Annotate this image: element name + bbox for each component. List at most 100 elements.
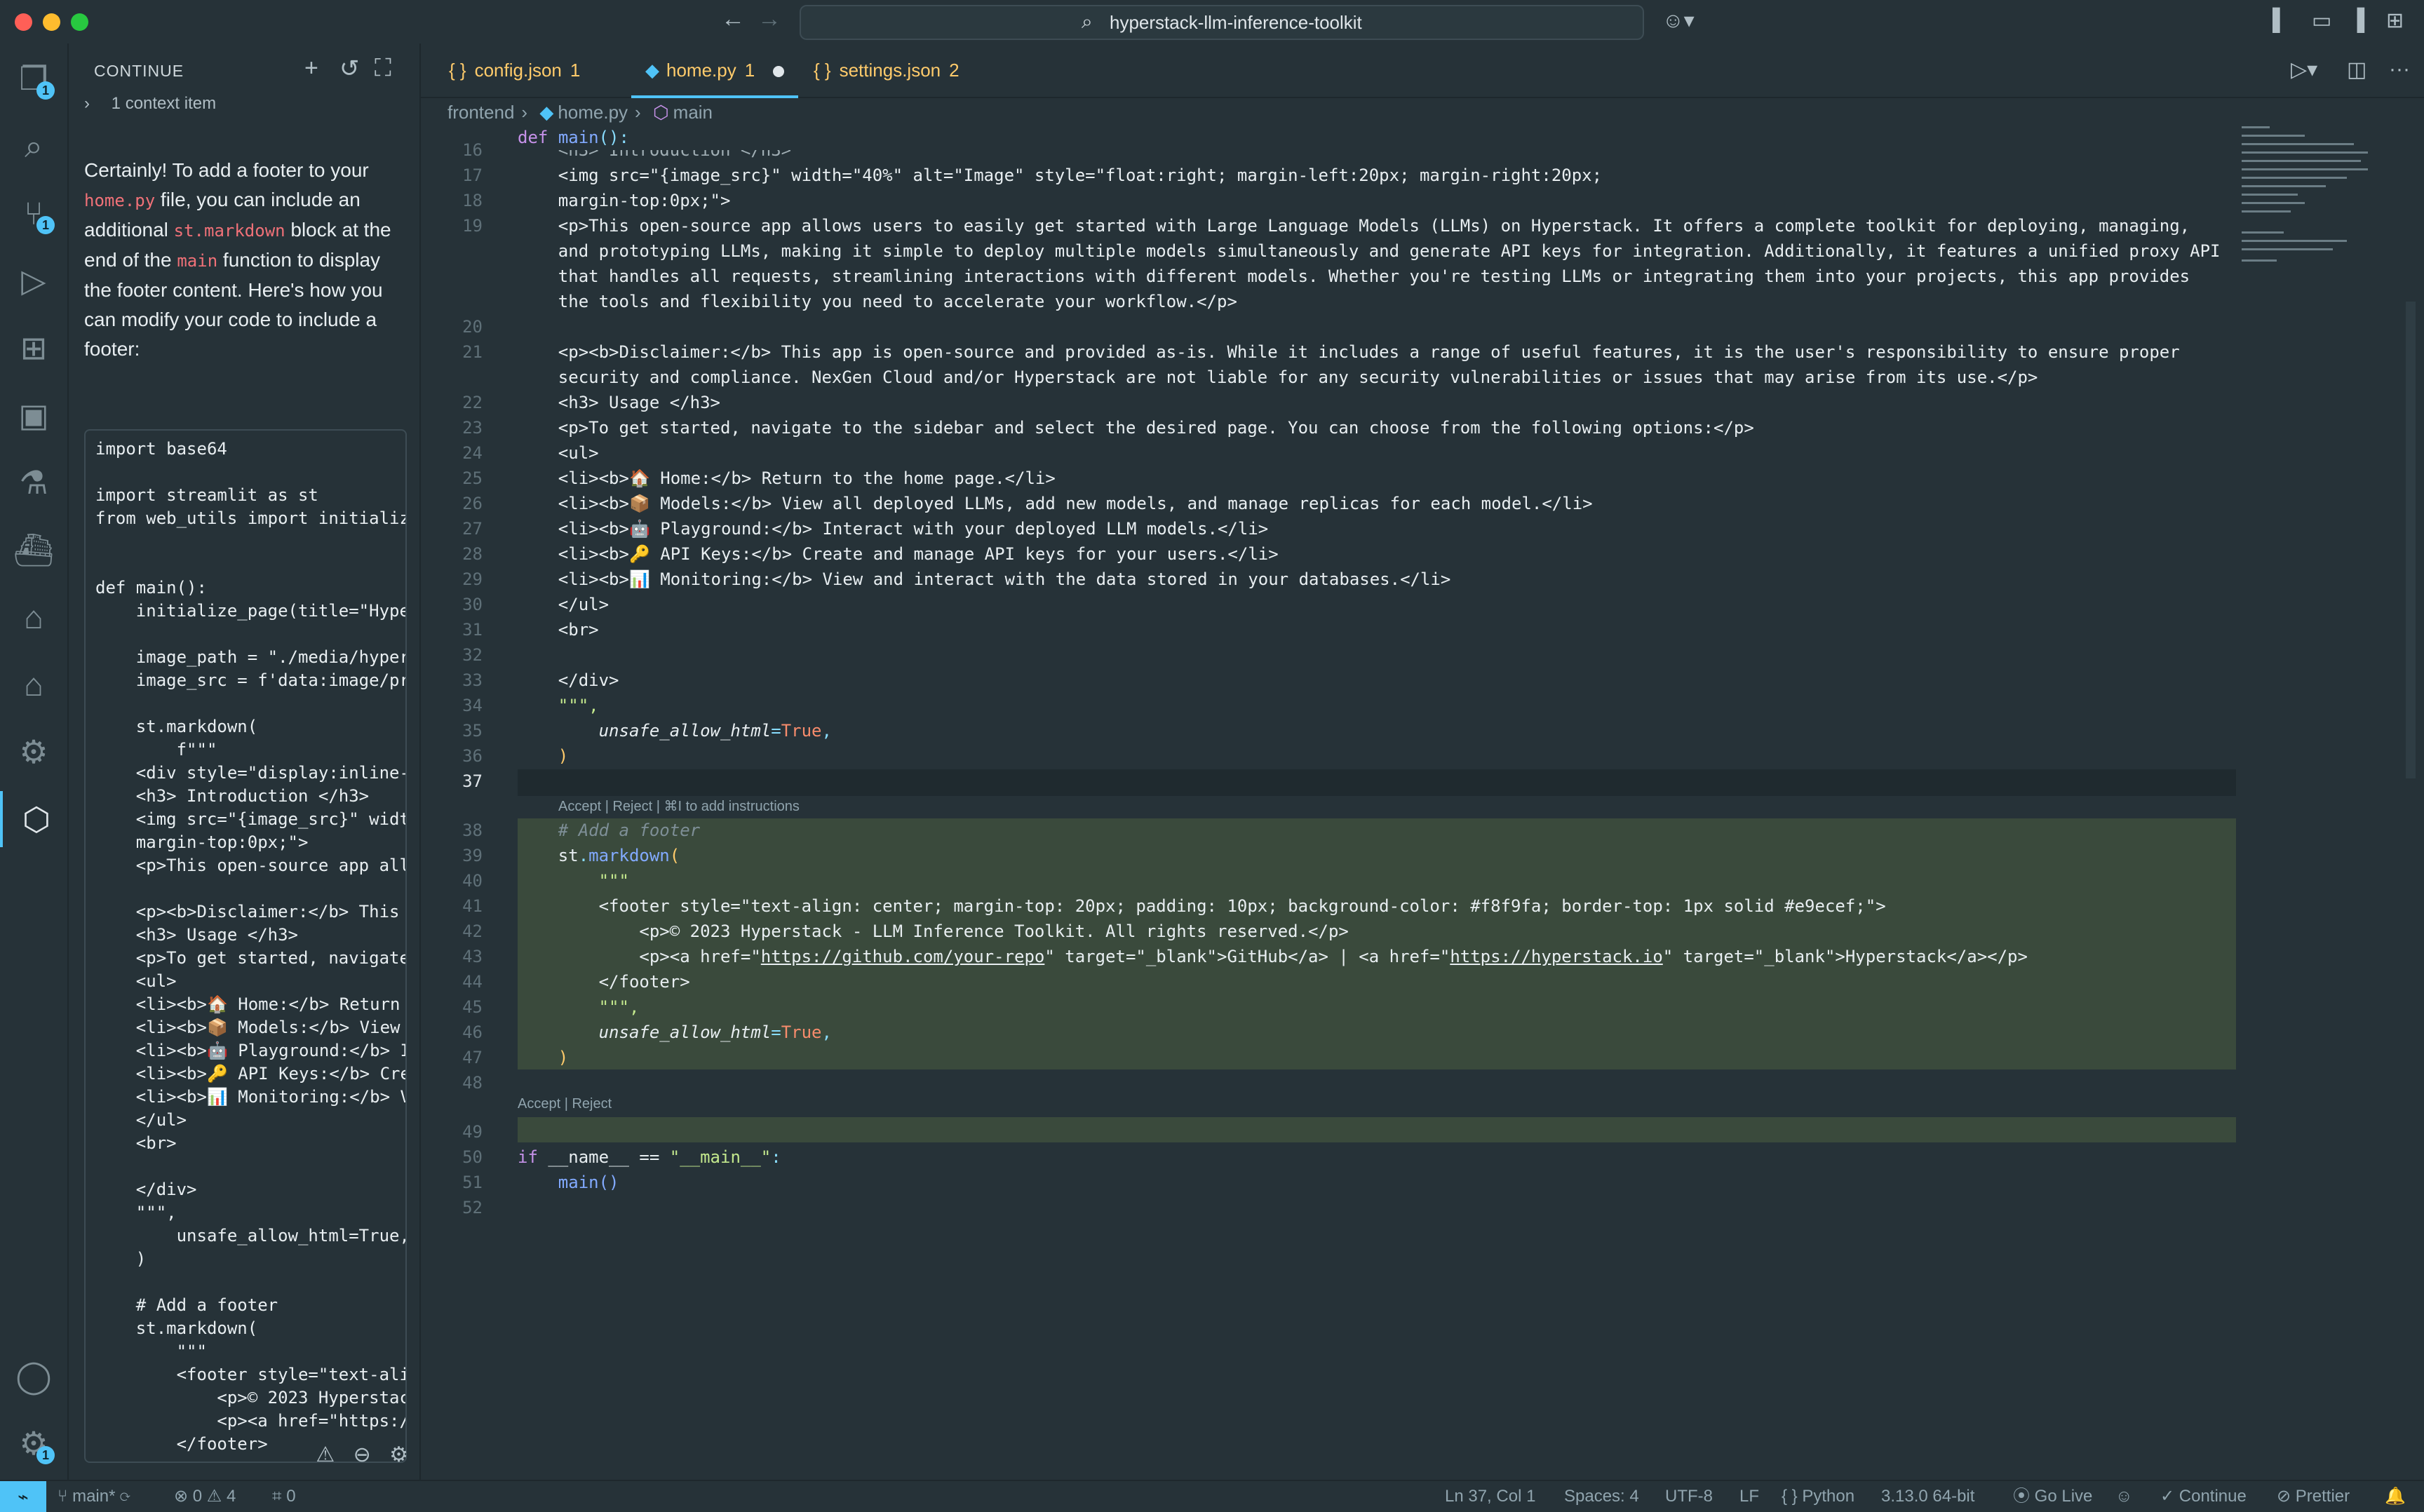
minus-circle-icon[interactable]: ⊖	[354, 1443, 371, 1466]
forward-arrow-icon[interactable]: →	[758, 6, 781, 33]
command-center-search[interactable]: ⌕ hyperstack-llm-inference-toolkit	[800, 5, 1644, 40]
line-number: 39	[462, 846, 483, 865]
accounts-icon[interactable]: ◯	[0, 1348, 67, 1404]
history-icon[interactable]: ↺	[339, 55, 360, 83]
code-line: </ul>	[518, 595, 610, 614]
settings-gear-icon[interactable]: ⚙	[389, 1443, 408, 1466]
code-line: <p>To get started, navigate to the sideb…	[518, 418, 1754, 438]
language-mode[interactable]: { } Python	[1782, 1481, 1854, 1512]
code-comment: # Add a footer	[518, 821, 700, 840]
branch-name: main*	[72, 1487, 116, 1506]
docker-icon[interactable]: ⛴	[0, 522, 67, 578]
indentation[interactable]: Spaces: 4	[1564, 1481, 1639, 1512]
toggle-panel-icon[interactable]: ▭	[2312, 8, 2331, 33]
code-token: True	[781, 721, 822, 741]
line-number: 24	[462, 443, 483, 463]
manage-gear-icon[interactable]: ⚙ 1	[0, 1415, 67, 1471]
run-debug-icon[interactable]: ▷	[0, 252, 67, 309]
code-line: <p>This open-source app allows users to …	[518, 216, 2190, 236]
line-number: 47	[462, 1048, 483, 1067]
branch-status[interactable]: ⑂ main* ⟳	[58, 1481, 130, 1512]
line-number: 49	[462, 1122, 483, 1142]
code-token: "__main__"	[669, 1147, 772, 1167]
tab-config-json[interactable]: { } config.json 1	[435, 43, 594, 95]
copilot-icon[interactable]: ☺▾	[1662, 8, 1695, 33]
line-number: 30	[462, 595, 483, 614]
explorer-badge: 1	[36, 81, 55, 100]
end-of-line[interactable]: LF	[1739, 1481, 1759, 1512]
current-line-highlight	[518, 769, 2236, 796]
notifications-bell-icon[interactable]: 🔔	[2385, 1481, 2406, 1512]
accept-reject-hint[interactable]: Accept | Reject | ⌘I to add instructions	[558, 797, 800, 815]
editor-scrollbar[interactable]	[2406, 302, 2416, 778]
answer-text: Certainly! To add a footer to your	[84, 159, 369, 181]
python-interpreter[interactable]: 3.13.0 64-bit	[1881, 1481, 1974, 1512]
json-file-icon: { }	[814, 60, 831, 81]
code-line: <li><b>🔑 API Keys:</b> Create and manage…	[518, 544, 1279, 564]
extensions-icon[interactable]: ⊞	[0, 320, 67, 376]
answer-code: st.markdown	[173, 221, 285, 241]
customize-layout-icon[interactable]: ⊞	[2386, 8, 2404, 33]
code-line: <h3> Usage </h3>	[518, 393, 720, 412]
status-bar: ⌁ ⑂ main* ⟳ ⊗ 0 ⚠ 4 ⌗ 0 Ln 37, Col 1 Spa…	[0, 1480, 2424, 1512]
explorer-icon[interactable]: ❐ 1	[0, 50, 67, 107]
tab-settings-json[interactable]: { } settings.json 2	[800, 43, 974, 95]
diff-added-line	[518, 1117, 2236, 1142]
workspace-name: hyperstack-llm-inference-toolkit	[1110, 12, 1362, 33]
code-line: """,	[518, 696, 599, 715]
go-live-button[interactable]: ⦿ Go Live	[2013, 1481, 2092, 1512]
continue-icon[interactable]: ⬡	[0, 791, 70, 847]
context-items-toggle[interactable]: › 1 context item	[84, 94, 216, 114]
remote-explorer-icon[interactable]: ▣	[0, 387, 67, 443]
encoding[interactable]: UTF-8	[1665, 1481, 1713, 1512]
code-editor[interactable]: def main(): 16 <h3> Introduction </h3> 1…	[421, 126, 2237, 1480]
breadcrumb-file[interactable]: home.py	[558, 102, 628, 123]
remote-indicator-icon[interactable]: ⌁	[0, 1481, 46, 1512]
unsaved-dot-icon[interactable]	[773, 66, 785, 78]
line-number: 51	[462, 1173, 483, 1192]
cursor-position[interactable]: Ln 37, Col 1	[1445, 1481, 1535, 1512]
source-control-icon[interactable]: ⑂ 1	[0, 185, 67, 241]
warning-icon[interactable]: ⚠	[316, 1443, 335, 1466]
problems-status[interactable]: ⊗ 0 ⚠ 4	[174, 1481, 236, 1512]
line-number: 25	[462, 468, 483, 488]
code-token: " target="_blank">Hyperstack</a></p>	[1662, 947, 2028, 966]
breadcrumb-symbol[interactable]: main	[673, 102, 713, 123]
database-tree-alt-icon[interactable]: ⌂	[0, 656, 67, 713]
line-number: 34	[462, 696, 483, 715]
copilot-status-icon[interactable]: ☺	[2115, 1481, 2133, 1512]
split-editor-icon[interactable]: ◫	[2347, 58, 2366, 82]
database-tree-icon[interactable]: ⌂	[0, 589, 67, 645]
new-session-plus-icon[interactable]: +	[304, 55, 318, 82]
accept-reject-hint[interactable]: Accept | Reject	[518, 1096, 612, 1112]
search-icon[interactable]: ⌕	[0, 118, 67, 174]
back-arrow-icon[interactable]: ←	[721, 6, 745, 33]
run-python-file-icon[interactable]: ▷▾	[2291, 58, 2317, 82]
ports-status[interactable]: ⌗ 0	[272, 1481, 296, 1512]
github-link[interactable]: https://github.com/your-repo	[761, 947, 1045, 966]
zoom-window-button[interactable]	[71, 13, 88, 31]
sidebar-footer: ⚠ ⊖ ⚙	[316, 1443, 408, 1467]
tab-home-py[interactable]: ◆ home.py 1	[631, 43, 799, 98]
chevron-right-icon: ›	[521, 102, 528, 123]
close-window-button[interactable]	[15, 13, 32, 31]
code-snippet-block[interactable]: import base64 import streamlit as st fro…	[84, 429, 407, 1463]
code-token: =	[771, 1022, 781, 1042]
minimize-window-button[interactable]	[43, 13, 60, 31]
more-actions-icon[interactable]: ···	[2389, 58, 2410, 81]
testing-flask-icon[interactable]: ⚗	[0, 454, 67, 511]
prettier-status[interactable]: ⊘ Prettier	[2277, 1481, 2350, 1512]
answer-code: home.py	[84, 191, 156, 210]
line-number: 27	[462, 519, 483, 539]
breadcrumb-folder[interactable]: frontend	[447, 102, 514, 123]
continue-status[interactable]: ✓ Continue	[2160, 1481, 2247, 1512]
remote-settings-icon[interactable]: ⚙	[0, 724, 67, 780]
toggle-primary-sidebar-icon[interactable]: ▌	[2272, 8, 2287, 32]
toggle-secondary-sidebar-icon[interactable]: ▐	[2350, 8, 2364, 32]
line-number: 52	[462, 1198, 483, 1217]
code-line: margin-top:0px;">	[518, 191, 731, 210]
minimap[interactable]	[2237, 126, 2378, 302]
fullscreen-icon[interactable]: ⛶	[375, 55, 391, 82]
hyperstack-link[interactable]: https://hyperstack.io	[1450, 947, 1662, 966]
sticky-scroll-line[interactable]: def main():	[518, 128, 629, 147]
